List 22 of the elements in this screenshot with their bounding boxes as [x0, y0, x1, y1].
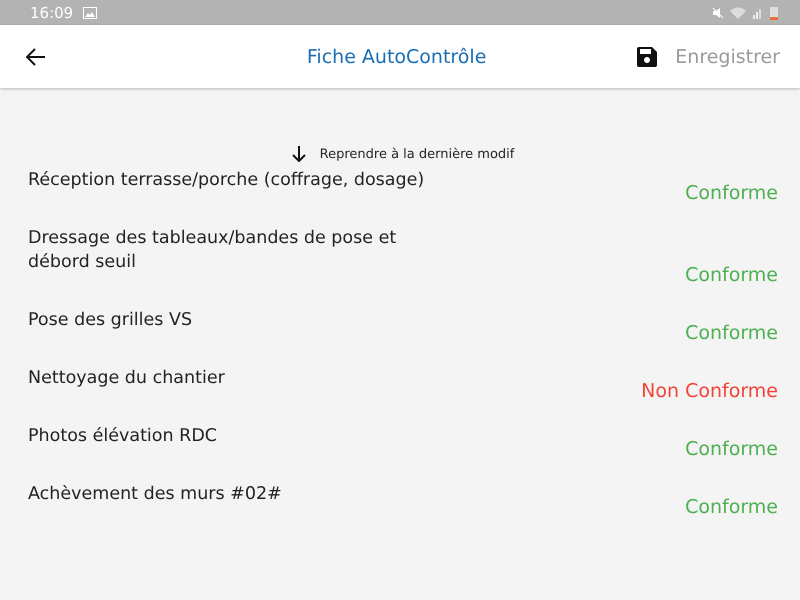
checklist-item-label: Pose des grilles VS [28, 309, 194, 332]
back-arrow-icon[interactable] [26, 48, 46, 66]
battery-icon [770, 6, 778, 20]
status-value[interactable]: Conforme [685, 182, 778, 204]
screen-title: Fiche AutoContrôle [306, 46, 488, 68]
status-value[interactable]: Non Conforme [641, 380, 778, 402]
checklist-item-label: Achèvement des murs #02# [28, 483, 283, 506]
checklist-item-label: Photos élévation RDC [28, 425, 218, 448]
wifi-icon [730, 6, 746, 18]
checklist-item-label: Dressage des tableaux/bandes de pose et débord seuil [28, 227, 398, 274]
down-arrow-icon [292, 146, 306, 162]
image-icon [83, 6, 98, 18]
checklist-item-label: Nettoyage du chantier [28, 367, 226, 390]
resume-link[interactable]: Reprendre à la dernière modif [292, 146, 514, 162]
status-value[interactable]: Conforme [685, 264, 778, 286]
checklist-item-label: Réception terrasse/porche (coffrage, dosage) [28, 169, 426, 192]
status-value[interactable]: Conforme [685, 438, 778, 460]
status-value[interactable]: Conforme [685, 496, 778, 518]
status-value[interactable]: Conforme [685, 322, 778, 344]
clock: 16:09 [30, 4, 74, 22]
mute-icon [712, 6, 724, 18]
signal-icon [752, 6, 764, 18]
